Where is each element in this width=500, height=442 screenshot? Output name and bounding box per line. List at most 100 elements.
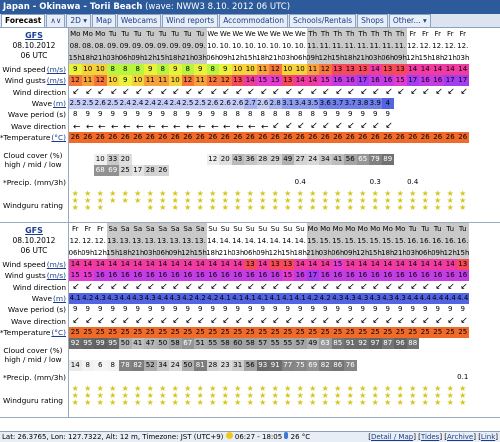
wind-gusts-cell: 16 (369, 270, 382, 281)
day-label: Fr (434, 30, 441, 38)
cloud-mid-value: 24 (306, 154, 319, 165)
cloud-cover-cell: 96 (394, 338, 407, 371)
wave-period-cell: 9 (235, 305, 240, 313)
wind-direction-cell: ↓ (107, 86, 119, 98)
wind-direction-cell: ↓ (432, 86, 444, 98)
rating-cell: ★ ★ ★ (244, 383, 257, 417)
cloud-cover-cell: 88 (406, 338, 419, 371)
day-label: Th (395, 30, 405, 38)
wind-direction-arrow-icon: ↓ (94, 281, 107, 293)
wind-gusts-cell: 14 (306, 75, 319, 86)
precip-cell (219, 371, 232, 383)
cloud-mid-value: 12 (206, 154, 219, 165)
star-icon: ★ (146, 203, 154, 212)
model-header: GFS 08.10.2012 06 UTC (0, 28, 68, 64)
wave-height-cell: 4.4 (456, 293, 469, 304)
tab-wind-reports[interactable]: Wind reports (162, 14, 219, 27)
cloud-mid-value (194, 154, 207, 165)
wind-speed-label-unit[interactable]: (m/s) (47, 65, 66, 74)
tab-map[interactable]: Map (92, 14, 116, 27)
rating-cell: ★ ★ ★ (432, 383, 445, 417)
temperature-label-unit[interactable]: (°C) (51, 133, 66, 142)
cloud-high-value (444, 143, 457, 154)
tab-2d[interactable]: 2D (66, 14, 92, 27)
wave-direction-label: Wave direction (0, 315, 68, 327)
wave-period-cell (419, 109, 432, 120)
day-label: Th (345, 30, 355, 38)
wave-direction-arrow-icon: ↓ (431, 315, 444, 327)
cloud-cover-cell (169, 143, 182, 176)
footer-link-archive[interactable]: Archive (447, 433, 473, 441)
rating-cell: ★ ★ ★ (419, 188, 432, 222)
cloud-mid-value (256, 349, 269, 360)
tab-accommodation[interactable]: Accommodation (219, 14, 288, 27)
cloud-cover-cell: 36 (244, 143, 257, 176)
tab-schools-rentals[interactable]: Schools/Rentals (288, 14, 357, 27)
date-label: 09. (194, 42, 206, 50)
precip-cell (382, 371, 395, 383)
cloud-cover-cell: 20 (219, 143, 232, 176)
wave-period-cell: 8 (298, 110, 303, 118)
star-icon: ★ (96, 398, 104, 407)
wind-speed-label: Wind speed (m/s) (0, 259, 68, 270)
footer-link-tides[interactable]: Tides (421, 433, 439, 441)
rating-cell: ★ ★ ★ (257, 383, 270, 417)
model-link[interactable]: GFS (25, 226, 43, 236)
day-label: Tu (146, 30, 155, 38)
date-label: 10. (219, 42, 231, 50)
footer-link-detail-map[interactable]: Detail / Map (371, 433, 413, 441)
wave-height-cell (394, 98, 407, 109)
rating-cell: ★ ★ ★ (144, 188, 157, 222)
cloud-high-value (156, 143, 169, 154)
rating-cell: ★ ★ ★ (119, 383, 132, 417)
wind-gusts-cell: 16 (144, 270, 157, 281)
wind-gusts-label-unit[interactable]: (m/s) (47, 76, 66, 85)
wave-height-cell: 2.6 (94, 98, 107, 109)
wave-period-cell: 9 (410, 305, 415, 313)
time-column-header: Su 14. 03h (232, 223, 245, 259)
wind-gusts-label-text: Wind gusts (4, 271, 46, 280)
tab-webcams[interactable]: Webcams (116, 14, 162, 27)
rating-cell: ★ ★ ★ (69, 383, 82, 417)
wind-direction-arrow-icon: ↓ (294, 281, 307, 293)
wave-direction-cell: ↓ (132, 120, 145, 132)
wave-label-unit[interactable]: (m) (53, 294, 66, 303)
wave-direction-cell: ↓ (169, 315, 181, 327)
cloud-cover-cell: 91 76 (344, 338, 357, 371)
wind-speed-cell: 9 (219, 64, 232, 75)
tab-chart[interactable]: ∧∨ (46, 14, 66, 27)
precip-label: *Precip. (mm/3h) (0, 176, 68, 188)
hour-label: 21h (394, 249, 407, 257)
wave-label-unit[interactable]: (m) (53, 99, 66, 108)
rating-cell: ★ ★ ★ (182, 188, 195, 222)
tab-other[interactable]: Other... (388, 14, 431, 27)
star-icon: ★ (171, 398, 179, 407)
wave-direction-cell: ↓ (219, 120, 232, 132)
wind-direction-arrow-icon: ↓ (256, 281, 269, 293)
wave-height-cell: 4.3 (369, 293, 382, 304)
day-label: Su (295, 225, 305, 233)
wind-gusts-label-unit[interactable]: (m/s) (47, 271, 66, 280)
tab-shops[interactable]: Shops (357, 14, 388, 27)
wave-height-row: 2.5 2.5 2.6 2.5 2.4 2.4 2.4 2.4 2.4 2.5 2.5 2.6 2.6 2… (69, 98, 500, 109)
wind-speed-label-unit[interactable]: (m/s) (47, 260, 66, 269)
wave-height-cell: 4.2 (206, 293, 219, 304)
date-label: 15. (357, 237, 369, 245)
wave-direction-cell: ↓ (369, 120, 381, 132)
cloud-low-value (206, 165, 219, 176)
temperature-label-unit[interactable]: (°C) (51, 328, 66, 337)
star-icon: ★ (109, 196, 117, 205)
precip-cell (432, 371, 445, 383)
footer-bar: Lat: 26.3765, Lon: 127.7322, Alt: 12 m, … (0, 431, 500, 442)
tab-forecast[interactable]: Forecast (1, 14, 46, 27)
cloud-mid-value (131, 349, 144, 360)
model-link[interactable]: GFS (25, 31, 43, 41)
day-label: Tu (446, 225, 455, 233)
cloud-low-value: 24 (169, 360, 182, 371)
wind-gusts-cell: 16 (419, 75, 432, 86)
wind-speed-cell: 14 (206, 259, 219, 270)
footer-link-link[interactable]: Link (481, 433, 495, 441)
wind-gusts-cell: 13 (231, 75, 244, 86)
cloud-mid-value (281, 349, 294, 360)
wind-direction-cell: ↓ (457, 86, 469, 98)
